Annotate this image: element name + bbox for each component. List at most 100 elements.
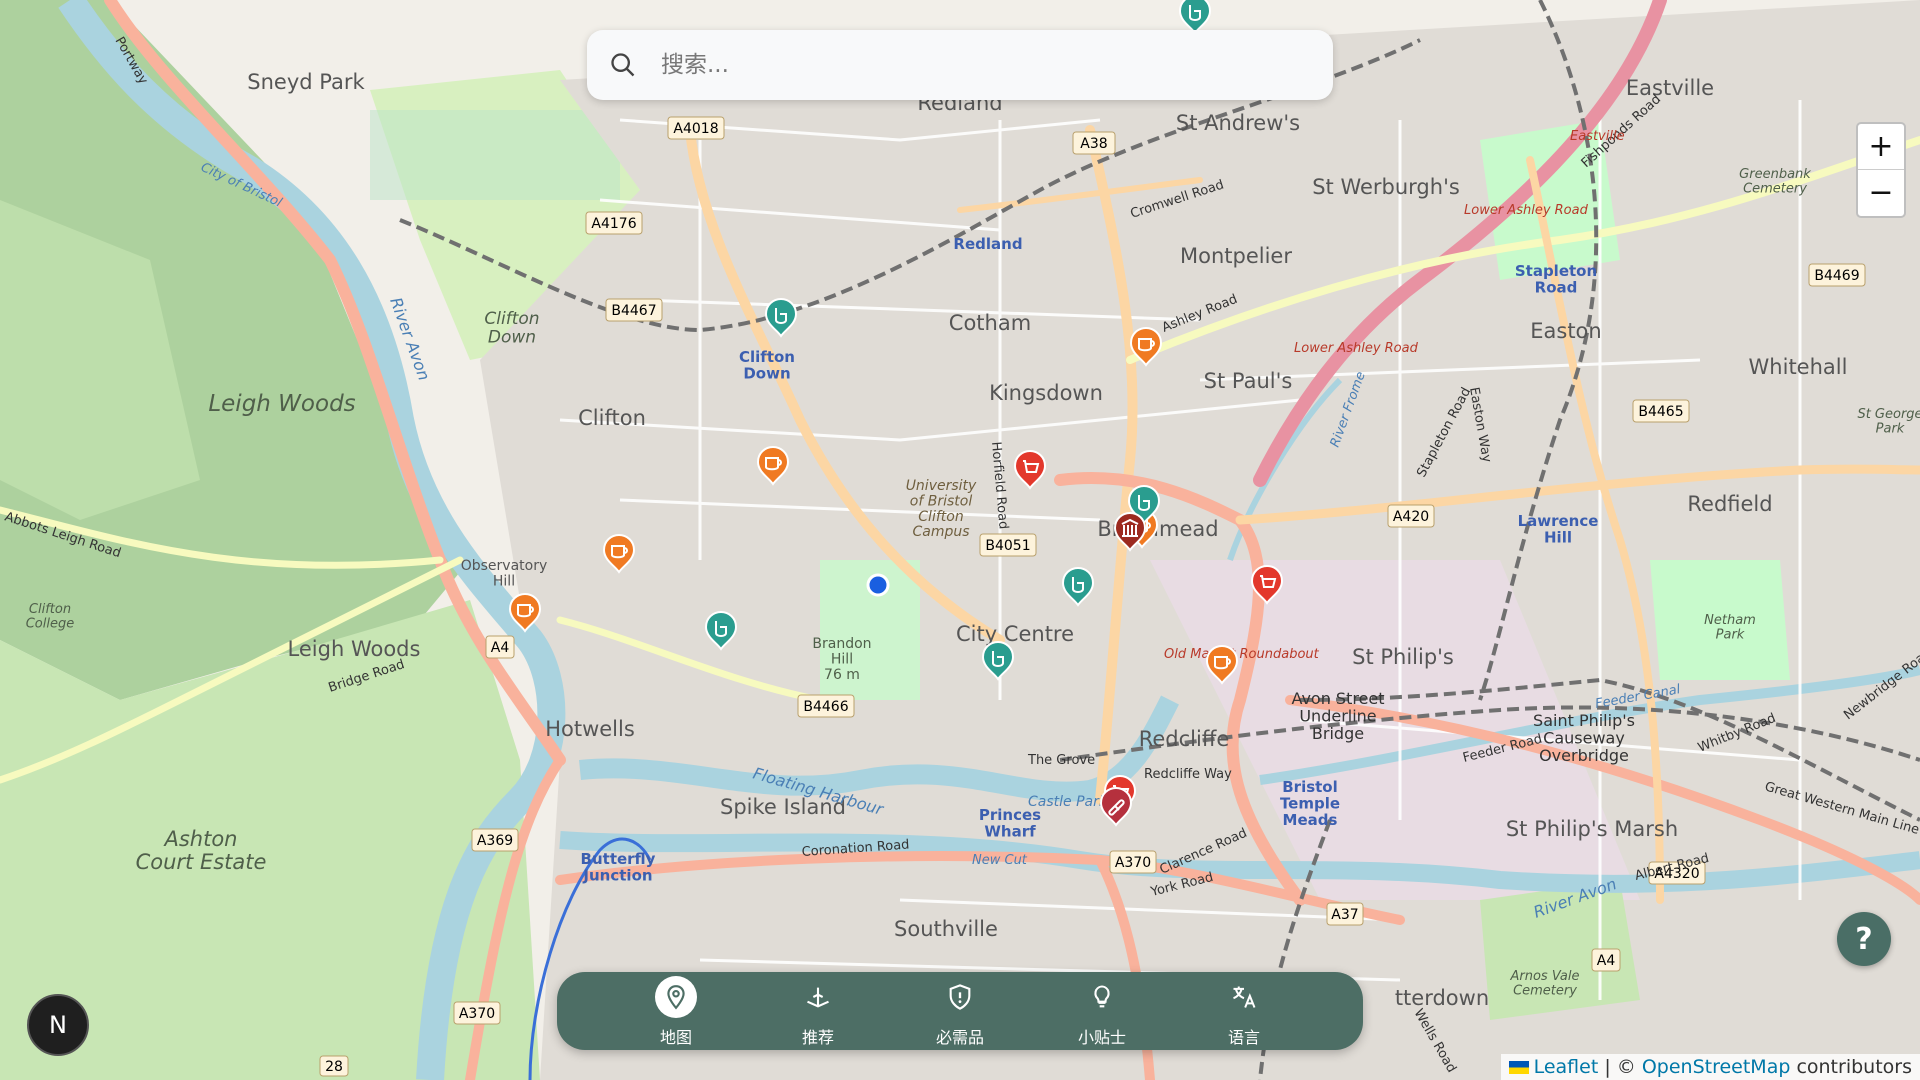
nav-label: 推荐 <box>801 1028 834 1047</box>
station-label: Redland <box>953 235 1022 253</box>
svg-text:A370: A370 <box>1115 855 1151 871</box>
place-label: Redfield <box>1687 492 1772 516</box>
road-label: Lower Ashley Road <box>1464 203 1589 218</box>
road-shield: A370 <box>453 1001 501 1025</box>
road-shield: 28 <box>319 1055 349 1077</box>
current-location-dot <box>866 573 890 597</box>
road-shield: B4051 <box>979 533 1037 557</box>
map-pin-icon <box>655 976 697 1018</box>
place-label: Hotwells <box>545 717 635 741</box>
road-shield: B4465 <box>1632 399 1690 423</box>
map-canvas[interactable]: Sneyd Park Redland St Andrew's Eastville… <box>0 0 1920 1080</box>
road-label: Redcliffe Way <box>1144 767 1232 782</box>
road-shield: B4466 <box>797 694 855 718</box>
compass-button[interactable]: N <box>27 994 89 1056</box>
road-shield: A4018 <box>667 116 725 140</box>
nav-label: 地图 <box>659 1028 692 1047</box>
nav-label: 语言 <box>1227 1028 1260 1047</box>
place-label: Cotham <box>949 311 1031 335</box>
water-label: Castle Park <box>1028 794 1108 810</box>
help-button[interactable]: ? <box>1837 912 1891 966</box>
svg-text:A4: A4 <box>1597 953 1616 969</box>
station-label: Bristol Temple Meads <box>1280 778 1340 829</box>
place-label: Saint Philip's Causeway Overbridge <box>1533 711 1635 765</box>
svg-text:B4467: B4467 <box>611 303 656 319</box>
svg-text:A4018: A4018 <box>673 121 718 137</box>
place-label: tterdown <box>1395 986 1489 1010</box>
zoom-control: + − <box>1856 122 1906 218</box>
place-label: Eastville <box>1626 76 1714 100</box>
road-shield: A370 <box>1109 850 1157 874</box>
place-label: Clifton Down <box>484 309 539 348</box>
place-label: Redcliffe <box>1139 727 1230 751</box>
road-shield: B4467 <box>605 298 663 322</box>
svg-text:A420: A420 <box>1393 509 1429 525</box>
bottom-nav: 地图 推荐 必需品 小贴士 语言 <box>557 972 1363 1050</box>
svg-text:A4: A4 <box>491 640 510 656</box>
place-label: Whitehall <box>1749 355 1848 379</box>
search-bar[interactable] <box>587 30 1333 100</box>
place-label: Easton <box>1530 319 1601 343</box>
svg-text:B4051: B4051 <box>985 538 1030 554</box>
place-label: University of Bristol Clifton Campus <box>906 478 977 540</box>
svg-text:A369: A369 <box>477 833 513 849</box>
nav-label: 小贴士 <box>1077 1028 1126 1047</box>
place-label: St Philip's Marsh <box>1506 817 1678 841</box>
place-label: Kingsdown <box>989 381 1103 405</box>
nav-label: 必需品 <box>935 1028 984 1047</box>
nav-item-essentials[interactable]: 必需品 <box>889 972 1031 1050</box>
recommend-icon <box>797 976 839 1018</box>
station-label: Butterfly Junction <box>581 850 656 885</box>
nav-item-map[interactable]: 地图 <box>605 972 747 1050</box>
map-attribution: Leaflet | © OpenStreetMap contributors <box>1500 1054 1920 1080</box>
svg-text:A370: A370 <box>459 1006 495 1022</box>
svg-text:B4469: B4469 <box>1814 268 1859 284</box>
zoom-in-button[interactable]: + <box>1858 124 1904 169</box>
road-shield: A37 <box>1326 902 1364 926</box>
shield-icon <box>939 976 981 1018</box>
search-icon <box>611 53 635 77</box>
ukraine-flag-icon <box>1508 1060 1529 1074</box>
road-shield: A420 <box>1387 504 1435 528</box>
translate-icon <box>1223 976 1265 1018</box>
attribution-separator: | © <box>1598 1056 1642 1078</box>
place-label: Clifton <box>578 406 646 430</box>
road-shield: A4176 <box>585 211 643 235</box>
place-label: City Centre <box>956 622 1074 646</box>
svg-text:B4465: B4465 <box>1638 404 1683 420</box>
svg-text:B4466: B4466 <box>803 699 848 715</box>
road-shield: A38 <box>1072 131 1116 155</box>
place-label: Clifton College <box>26 602 75 631</box>
svg-text:A37: A37 <box>1331 907 1358 923</box>
road-label: Lower Ashley Road <box>1294 341 1419 356</box>
leaflet-link[interactable]: Leaflet <box>1534 1056 1599 1078</box>
search-input[interactable] <box>659 51 1303 79</box>
help-icon: ? <box>1855 921 1873 957</box>
nav-item-recommend[interactable]: 推荐 <box>747 972 889 1050</box>
map-app: Sneyd Park Redland St Andrew's Eastville… <box>0 0 1920 1080</box>
nav-item-language[interactable]: 语言 <box>1173 972 1315 1050</box>
svg-text:A4176: A4176 <box>591 216 636 232</box>
place-label: St Andrew's <box>1176 111 1300 135</box>
road-shield: A4 <box>1591 948 1621 972</box>
svg-text:A38: A38 <box>1080 136 1107 152</box>
road-shield: A369 <box>471 828 519 852</box>
road-label: Eastville <box>1570 129 1625 144</box>
place-label: Arnos Vale Cemetery <box>1510 969 1580 998</box>
nav-item-tips[interactable]: 小贴士 <box>1031 972 1173 1050</box>
place-label: St Werburgh's <box>1312 175 1460 199</box>
road-label: The Grove <box>1027 753 1095 768</box>
place-label: Greenbank Cemetery <box>1739 167 1811 196</box>
road-shield: B4469 <box>1808 263 1866 287</box>
osm-link[interactable]: OpenStreetMap <box>1642 1056 1791 1078</box>
road-shield: A4 <box>485 635 515 659</box>
station-label: Princes Wharf <box>979 806 1041 841</box>
attribution-suffix: contributors <box>1790 1056 1912 1078</box>
place-label: Sneyd Park <box>247 70 365 94</box>
lightbulb-icon <box>1081 976 1123 1018</box>
place-label: Montpelier <box>1180 244 1292 268</box>
road-label: Old Market Roundabout <box>1164 647 1320 662</box>
place-label: St Paul's <box>1204 369 1293 393</box>
zoom-out-button[interactable]: − <box>1858 169 1904 215</box>
place-label: St Philip's <box>1352 645 1454 669</box>
